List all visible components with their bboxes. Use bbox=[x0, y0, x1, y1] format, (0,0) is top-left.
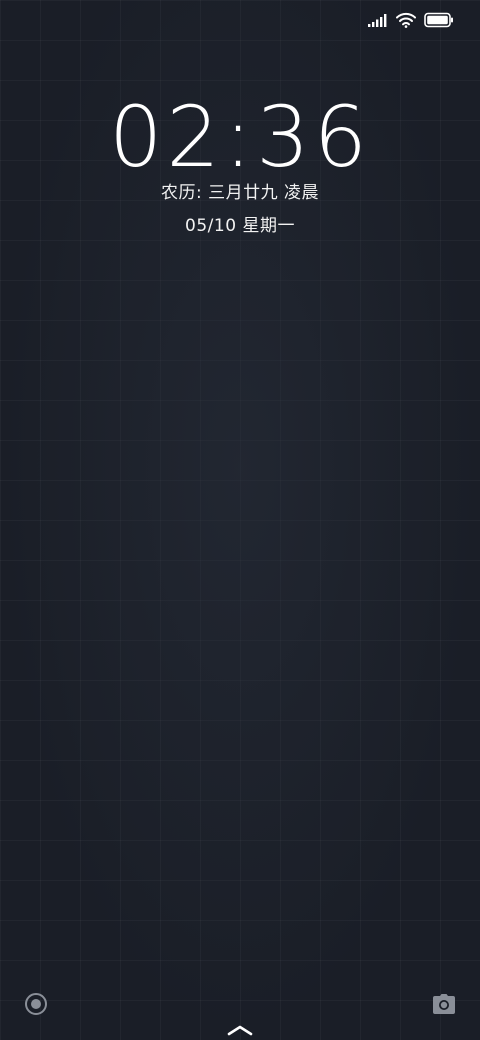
date-weekday: 05/10 星期一 bbox=[185, 216, 295, 236]
record-icon bbox=[24, 993, 48, 1020]
battery-icon bbox=[424, 12, 454, 28]
status-bar bbox=[368, 10, 454, 30]
signal-icon bbox=[368, 13, 388, 27]
wifi-icon bbox=[396, 12, 416, 28]
chevron-up-icon bbox=[226, 1022, 254, 1040]
camera-icon bbox=[432, 994, 456, 1019]
lockscreen-clock: 02:36 bbox=[0, 92, 480, 182]
swipe-up-unlock[interactable] bbox=[226, 1022, 254, 1036]
clock-separator: : bbox=[223, 88, 257, 186]
lunar-date: 农历: 三月廿九 凌晨 bbox=[160, 183, 320, 203]
clock-hours: 02 bbox=[108, 88, 224, 186]
record-shortcut-button[interactable] bbox=[24, 992, 48, 1016]
clock-minutes: 36 bbox=[256, 88, 372, 186]
camera-shortcut-button[interactable] bbox=[432, 993, 456, 1015]
